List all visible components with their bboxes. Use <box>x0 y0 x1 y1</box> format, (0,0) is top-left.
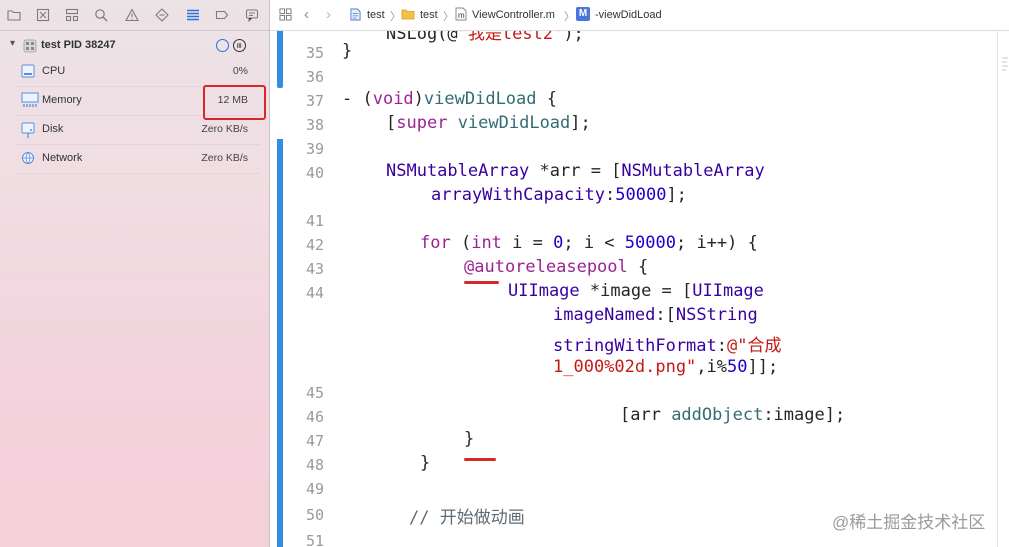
code-line: } <box>420 453 431 473</box>
line-number: 44 <box>305 284 324 302</box>
folder-icon[interactable] <box>7 8 21 22</box>
jump-bar: ‹ › test 〉 test 〉 m ViewController.m 〉 M… <box>270 0 1009 31</box>
objc-file-icon: m <box>455 7 467 24</box>
line-number: 37 <box>305 92 324 110</box>
code-line: NSMutableArray *arr = [NSMutableArray <box>386 161 765 181</box>
code-line: } <box>342 41 353 61</box>
page-guide <box>997 31 998 547</box>
cpu-icon <box>21 64 35 78</box>
code-line: UIImage *image = [UIImage <box>508 281 764 301</box>
chevron-right-icon: 〉 <box>443 11 454 23</box>
line-number: 35 <box>305 44 324 62</box>
change-bar <box>277 139 283 547</box>
line-number: 50 <box>305 506 324 524</box>
chevron-right-icon: 〉 <box>390 11 401 23</box>
forward-icon[interactable]: › <box>326 6 331 23</box>
network-icon <box>22 152 34 164</box>
code-line: // 开始做动画 <box>409 508 525 528</box>
svg-text:m: m <box>458 11 465 20</box>
breadcrumb-file[interactable]: ViewController.m <box>472 9 555 21</box>
folder-icon <box>401 8 415 23</box>
code-line: 1_000%02d.png",i%50]]; <box>553 357 779 377</box>
project-file-icon <box>350 8 361 24</box>
annotation-underline <box>464 458 496 461</box>
breadcrumb-project[interactable]: test <box>367 9 385 21</box>
code-line: stringWithFormat:@"合成 <box>553 336 782 356</box>
line-number: 51 <box>305 532 324 547</box>
code-line: @autoreleasepool { <box>464 257 649 277</box>
watermark: @稀土掘金技术社区 <box>832 513 986 532</box>
gauge-disk[interactable]: Disk Zero KB/s <box>16 116 260 145</box>
gauge-value: Zero KB/s <box>201 152 248 164</box>
breakpoint-icon[interactable] <box>215 8 229 22</box>
line-number: 38 <box>305 116 324 134</box>
report-icon[interactable] <box>245 8 259 22</box>
line-number: 39 <box>305 140 324 158</box>
line-number: 36 <box>305 68 324 86</box>
line-number: 43 <box>305 260 324 278</box>
disk-icon <box>21 122 35 138</box>
process-name: test PID 38247 <box>41 39 116 51</box>
gauge-cpu[interactable]: CPU 0% <box>16 58 260 87</box>
breadcrumb-method[interactable]: -viewDidLoad <box>595 9 662 21</box>
code-line: [super viewDidLoad]; <box>386 113 591 133</box>
line-number: 45 <box>305 384 324 402</box>
grid-icon[interactable] <box>279 8 292 24</box>
search-icon[interactable] <box>94 8 108 22</box>
memory-icon <box>21 92 39 107</box>
annotation-underline <box>464 281 499 284</box>
warning-icon[interactable] <box>125 8 139 22</box>
code-line: } <box>464 429 475 449</box>
back-icon[interactable]: ‹ <box>304 6 309 23</box>
line-number: 48 <box>305 456 324 474</box>
memory-highlight-box <box>203 85 266 120</box>
gauge-network[interactable]: Network Zero KB/s <box>16 145 260 174</box>
thread-pause-icon[interactable] <box>233 39 246 52</box>
line-number: 47 <box>305 432 324 450</box>
hierarchy-icon[interactable] <box>65 8 79 22</box>
gauge-label: Disk <box>42 123 64 135</box>
line-number: 41 <box>305 212 324 230</box>
chevron-right-icon: 〉 <box>564 11 575 23</box>
code-line: imageNamed:[NSString <box>553 305 758 325</box>
gauge-value: 0% <box>232 65 248 77</box>
gauge-label: Network <box>42 152 83 164</box>
code-line: - (void)viewDidLoad { <box>342 89 557 109</box>
source-control-icon[interactable] <box>36 8 50 22</box>
code-line: NSLog(@"我是test2"); <box>386 31 584 44</box>
gauge-label: Memory <box>42 94 82 106</box>
line-number: 49 <box>305 480 324 498</box>
process-row[interactable]: ▾ test PID 38247 <box>0 36 269 56</box>
code-editor[interactable]: NSLog(@"我是test2"); 35 36 37 38 39 40 41 … <box>270 31 1009 547</box>
line-number: 46 <box>305 408 324 426</box>
code-line: for (int i = 0; i < 50000; i++) { <box>420 233 758 253</box>
app-icon <box>23 39 37 53</box>
navigator-toolbar <box>0 0 269 31</box>
debug-navigator: ▾ test PID 38247 CPU 0% Memory 12 MB Dis… <box>0 0 270 547</box>
gauge-value: Zero KB/s <box>201 123 248 135</box>
gauge-icon[interactable] <box>216 39 229 52</box>
chevron-down-icon[interactable]: ▾ <box>10 38 15 49</box>
debug-navigator-icon[interactable] <box>186 8 200 22</box>
method-icon: M <box>576 7 590 21</box>
line-number: 40 <box>305 164 324 182</box>
breadcrumb-group[interactable]: test <box>420 9 438 21</box>
test-diamond-icon[interactable] <box>155 8 169 22</box>
gauge-label: CPU <box>42 65 66 77</box>
code-line: arrayWithCapacity:50000]; <box>431 185 687 205</box>
minimap-marks <box>1002 57 1008 71</box>
change-bar <box>277 31 283 88</box>
code-line: [arr addObject:image]; <box>620 405 846 425</box>
line-number: 42 <box>305 236 324 254</box>
